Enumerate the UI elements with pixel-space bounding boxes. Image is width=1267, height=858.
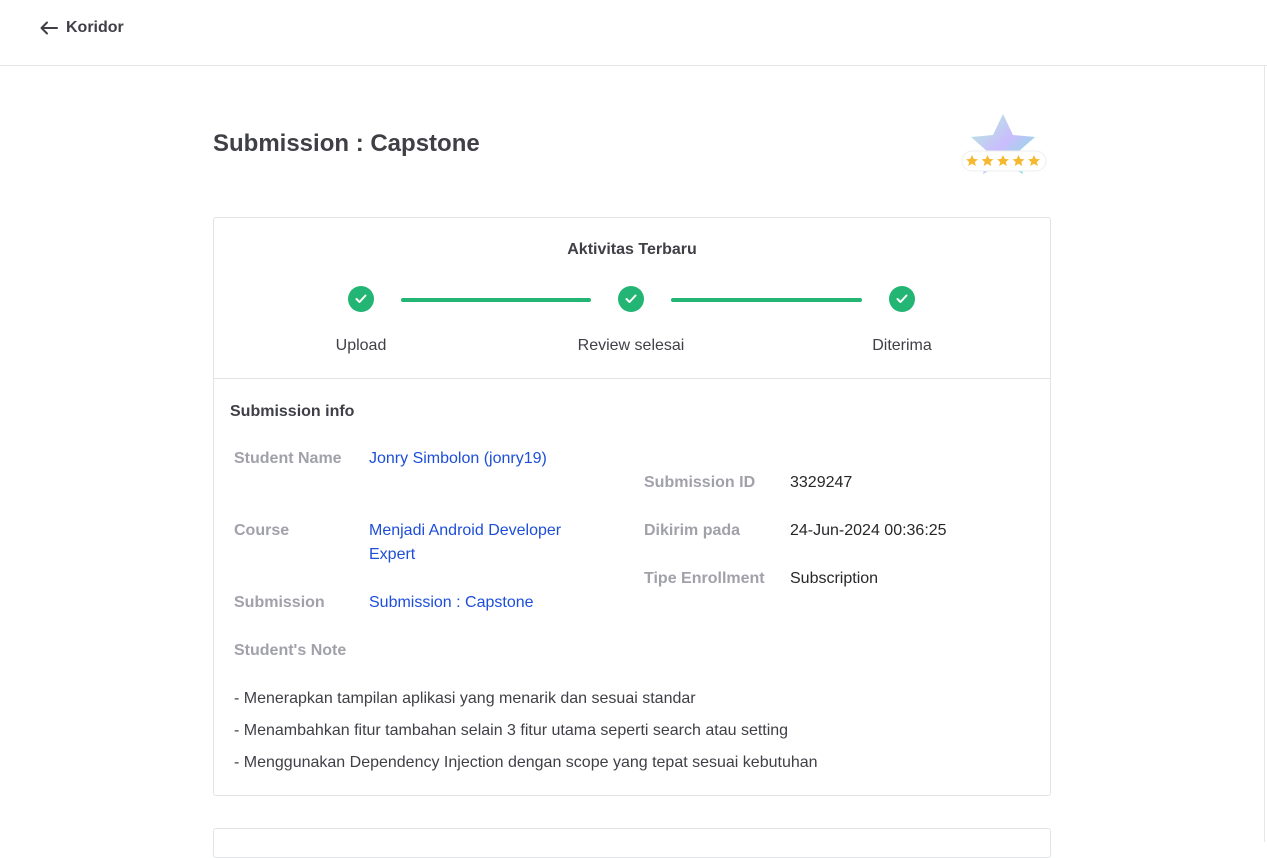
note-line: - Menerapkan tampilan aplikasi yang mena… bbox=[234, 690, 696, 707]
step-connector bbox=[401, 298, 591, 302]
submission-id-label: Submission ID bbox=[644, 474, 756, 491]
step-connector bbox=[671, 298, 862, 302]
note-line: - Menggunakan Dependency Injection denga… bbox=[234, 754, 818, 771]
back-to-koridor-link[interactable]: Koridor bbox=[40, 19, 124, 37]
star-rating-badge-icon bbox=[960, 108, 1050, 184]
step-accepted-check-icon bbox=[889, 286, 915, 312]
course-link[interactable]: Menjadi Android Developer Expert bbox=[369, 519, 594, 567]
step-label-upload: Upload bbox=[335, 337, 387, 354]
top-bar: Koridor bbox=[0, 0, 1267, 66]
arrow-left-icon bbox=[40, 21, 58, 35]
enrollment-type-value: Subscription bbox=[790, 570, 879, 587]
student-name-label: Student Name bbox=[234, 450, 342, 467]
submission-info-title: Submission info bbox=[230, 403, 355, 420]
next-card bbox=[213, 828, 1051, 858]
page-title: Submission : Capstone bbox=[213, 130, 480, 157]
enrollment-type-label: Tipe Enrollment bbox=[644, 570, 765, 587]
sent-at-value: 24-Jun-2024 00:36:25 bbox=[790, 522, 947, 539]
submission-id-value: 3329247 bbox=[790, 474, 853, 491]
note-line: - Menambahkan fitur tambahan selain 3 fi… bbox=[234, 722, 789, 739]
student-note-label: Student's Note bbox=[234, 642, 347, 659]
student-name-link[interactable]: Jonry Simbolon (jonry19) bbox=[369, 447, 609, 471]
step-review-check-icon bbox=[618, 286, 644, 312]
section-divider bbox=[214, 378, 1050, 379]
submission-label: Submission bbox=[234, 594, 325, 611]
activity-title: Aktivitas Terbaru bbox=[567, 241, 697, 258]
course-label: Course bbox=[234, 522, 290, 539]
step-label-review: Review selesai bbox=[577, 337, 685, 354]
scrollbar-track bbox=[1264, 66, 1265, 842]
sent-at-label: Dikirim pada bbox=[644, 522, 741, 539]
step-upload-check-icon bbox=[348, 286, 374, 312]
back-link-label: Koridor bbox=[66, 19, 124, 36]
submission-link[interactable]: Submission : Capstone bbox=[369, 591, 609, 615]
step-label-accepted: Diterima bbox=[872, 337, 932, 354]
submission-card: Aktivitas Terbaru Upload Review selesai … bbox=[213, 217, 1051, 796]
